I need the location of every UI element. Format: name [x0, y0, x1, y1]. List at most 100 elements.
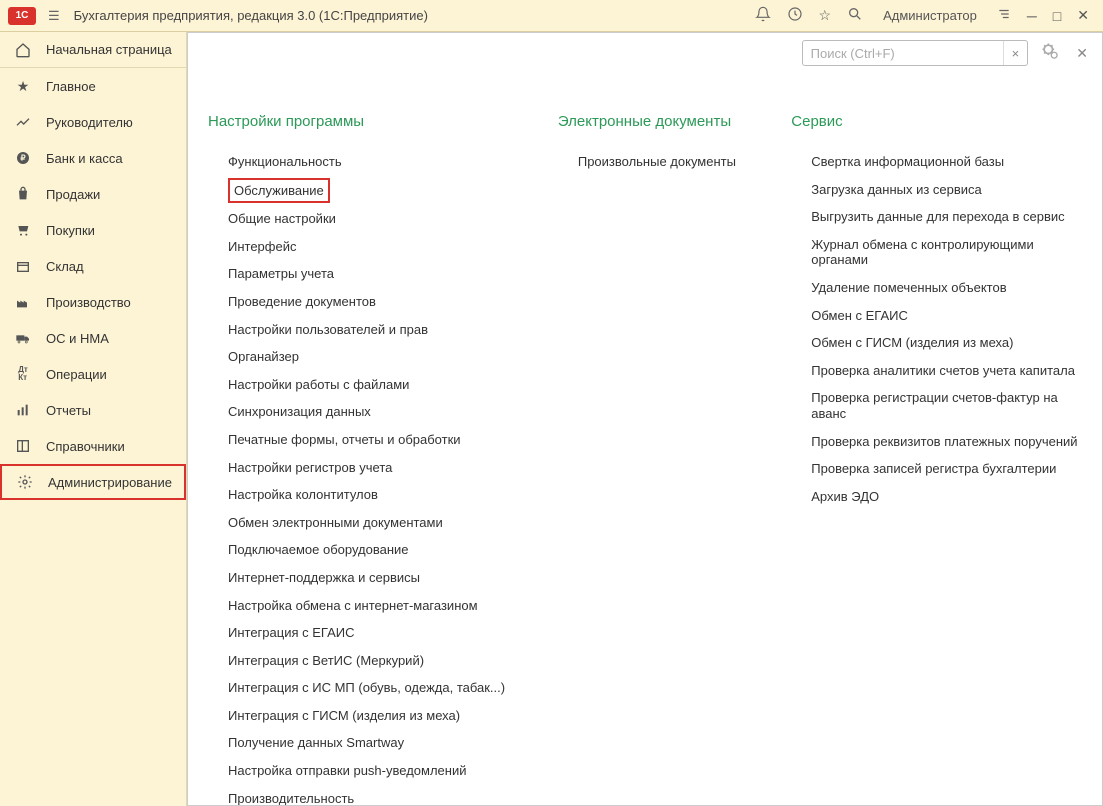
link-advance-invoices[interactable]: Проверка регистрации счетов-фактур на ав… [811, 384, 1092, 427]
sidebar-item-label: Начальная страница [46, 42, 172, 57]
panel-settings-icon[interactable] [1036, 39, 1064, 68]
options-icon[interactable] [991, 3, 1017, 28]
book-icon [14, 437, 32, 455]
user-label[interactable]: Администратор [873, 4, 987, 27]
link-delete-marked[interactable]: Удаление помеченных объектов [811, 274, 1092, 302]
sidebar-item-operations[interactable]: ДтКт Операции [0, 356, 186, 392]
sidebar: Начальная страница ★ Главное Руководител… [0, 32, 187, 806]
sidebar-item-main[interactable]: ★ Главное [0, 68, 186, 104]
link-headers-footers[interactable]: Настройка колонтитулов [228, 481, 538, 509]
sidebar-item-production[interactable]: Производство [0, 284, 186, 320]
link-export-to-service[interactable]: Выгрузить данные для перехода в сервис [811, 203, 1092, 231]
box-icon [14, 257, 32, 275]
sidebar-item-label: Операции [46, 367, 107, 382]
sidebar-item-sales[interactable]: Продажи [0, 176, 186, 212]
link-gism-exchange[interactable]: Обмен с ГИСМ (изделия из меха) [811, 329, 1092, 357]
home-icon [14, 41, 32, 59]
link-push[interactable]: Настройка отправки push-уведомлений [228, 757, 538, 785]
factory-icon [14, 293, 32, 311]
search-icon[interactable] [841, 2, 869, 29]
search-clear-button[interactable]: × [1003, 41, 1028, 65]
svg-text:₽: ₽ [20, 154, 25, 163]
link-exchange-journal[interactable]: Журнал обмена с контролирующими органами [811, 231, 1092, 274]
sidebar-item-bank[interactable]: ₽ Банк и касса [0, 140, 186, 176]
sidebar-item-assets[interactable]: ОС и НМА [0, 320, 186, 356]
sidebar-item-label: Справочники [46, 439, 125, 454]
history-icon[interactable] [781, 2, 809, 29]
gear-icon [16, 473, 34, 491]
link-accounting-params[interactable]: Параметры учета [228, 260, 538, 288]
link-smartway[interactable]: Получение данных Smartway [228, 729, 538, 757]
sidebar-item-label: Склад [46, 259, 84, 274]
link-shop-exchange[interactable]: Настройка обмена с интернет-магазином [228, 592, 538, 620]
link-arbitrary-docs[interactable]: Произвольные документы [578, 148, 771, 176]
star-filled-icon: ★ [14, 77, 32, 95]
link-file-settings[interactable]: Настройки работы с файлами [228, 371, 538, 399]
sidebar-item-warehouse[interactable]: Склад [0, 248, 186, 284]
content: Настройки программы Функциональность Обс… [188, 73, 1102, 805]
link-capital-analytics[interactable]: Проверка аналитики счетов учета капитала [811, 357, 1092, 385]
titlebar-buttons: ☆ Администратор ─ □ ✕ [749, 2, 1095, 29]
link-user-rights[interactable]: Настройки пользователей и прав [228, 316, 538, 344]
link-register-settings[interactable]: Настройки регистров учета [228, 454, 538, 482]
link-payment-check[interactable]: Проверка реквизитов платежных поручений [811, 428, 1092, 456]
chart-line-icon [14, 113, 32, 131]
sidebar-item-label: Банк и касса [46, 151, 123, 166]
minimize-button[interactable]: ─ [1021, 4, 1043, 28]
link-load-from-service[interactable]: Загрузка данных из сервиса [811, 176, 1092, 204]
close-button[interactable]: ✕ [1071, 3, 1095, 28]
sidebar-item-label: Руководителю [46, 115, 133, 130]
column-edocs: Электронные документы Произвольные докум… [558, 73, 771, 805]
link-performance[interactable]: Производительность [228, 785, 538, 805]
column-title-service: Сервис [791, 113, 1092, 130]
titlebar: 1С ☰ Бухгалтерия предприятия, редакция 3… [0, 0, 1103, 32]
sidebar-item-manager[interactable]: Руководителю [0, 104, 186, 140]
link-edo-archive[interactable]: Архив ЭДО [811, 483, 1092, 511]
sidebar-item-administration[interactable]: Администрирование [0, 464, 186, 500]
sidebar-item-label: ОС и НМА [46, 331, 109, 346]
sidebar-item-purchases[interactable]: Покупки [0, 212, 186, 248]
link-interface[interactable]: Интерфейс [228, 233, 538, 261]
link-ismp[interactable]: Интеграция с ИС МП (обувь, одежда, табак… [228, 674, 538, 702]
link-edoc-exchange[interactable]: Обмен электронными документами [228, 509, 538, 537]
link-gism[interactable]: Интеграция с ГИСМ (изделия из меха) [228, 702, 538, 730]
cart-icon [14, 221, 32, 239]
link-maintenance[interactable]: Обслуживание [228, 178, 330, 204]
link-functionality[interactable]: Функциональность [228, 148, 538, 176]
menu-icon[interactable]: ☰ [42, 4, 66, 28]
link-egais[interactable]: Интеграция с ЕГАИС [228, 619, 538, 647]
sidebar-item-start[interactable]: Начальная страница [0, 32, 186, 68]
ruble-icon: ₽ [14, 149, 32, 167]
link-egais-exchange[interactable]: Обмен с ЕГАИС [811, 302, 1092, 330]
barchart-icon [14, 401, 32, 419]
sidebar-item-label: Отчеты [46, 403, 91, 418]
bell-icon[interactable] [749, 2, 777, 29]
sidebar-item-label: Производство [46, 295, 131, 310]
sidebar-item-reports[interactable]: Отчеты [0, 392, 186, 428]
link-internet-support[interactable]: Интернет-поддержка и сервисы [228, 564, 538, 592]
link-organizer[interactable]: Органайзер [228, 343, 538, 371]
sidebar-item-label: Главное [46, 79, 96, 94]
window-title: Бухгалтерия предприятия, редакция 3.0 (1… [74, 8, 749, 23]
sidebar-item-label: Продажи [46, 187, 100, 202]
search-input[interactable] [803, 46, 1003, 61]
link-print-reports[interactable]: Печатные формы, отчеты и обработки [228, 426, 538, 454]
maximize-button[interactable]: □ [1047, 4, 1067, 28]
link-general-settings[interactable]: Общие настройки [228, 205, 538, 233]
link-doc-posting[interactable]: Проведение документов [228, 288, 538, 316]
column-service: Сервис Свертка информационной базы Загру… [791, 73, 1092, 805]
link-equipment[interactable]: Подключаемое оборудование [228, 536, 538, 564]
column-title-settings: Настройки программы [208, 113, 538, 130]
truck-icon [14, 329, 32, 347]
bag-icon [14, 185, 32, 203]
sidebar-item-references[interactable]: Справочники [0, 428, 186, 464]
app-logo: 1С [8, 7, 36, 25]
dtkt-icon: ДтКт [14, 365, 32, 383]
link-accounting-register[interactable]: Проверка записей регистра бухгалтерии [811, 455, 1092, 483]
main-panel: × ✕ Настройки программы Функциональность… [187, 32, 1103, 806]
link-data-sync[interactable]: Синхронизация данных [228, 398, 538, 426]
panel-close-icon[interactable]: ✕ [1072, 43, 1092, 64]
star-icon[interactable]: ☆ [813, 3, 838, 28]
link-db-rollup[interactable]: Свертка информационной базы [811, 148, 1092, 176]
link-vetis[interactable]: Интеграция с ВетИС (Меркурий) [228, 647, 538, 675]
